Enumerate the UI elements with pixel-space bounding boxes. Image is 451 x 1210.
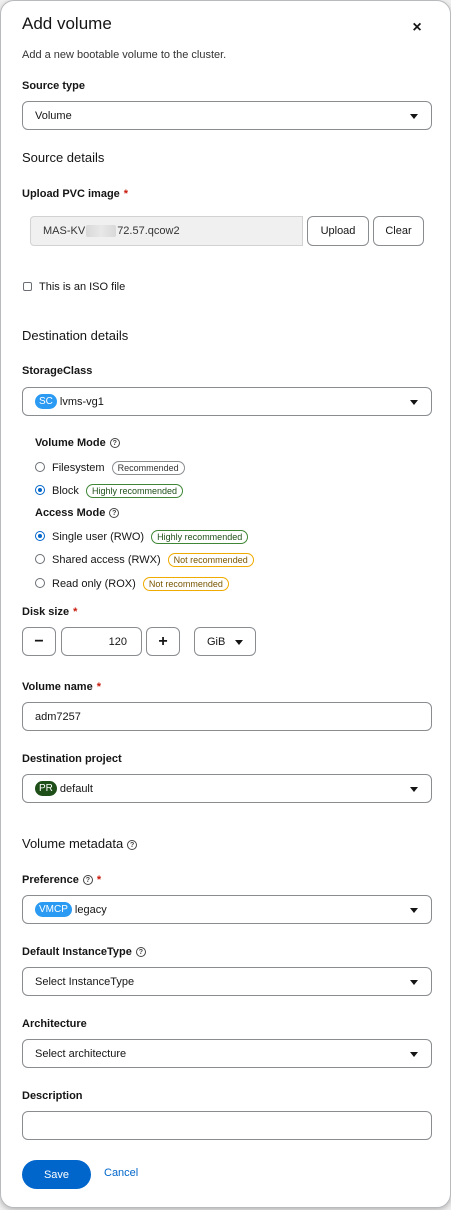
upload-filename-field: MAS-KV 72.57.qcow2	[30, 216, 303, 246]
highly-recommended-tag: Highly recommended	[85, 484, 184, 498]
help-icon[interactable]: ?	[82, 875, 93, 885]
radio-rwx[interactable]	[35, 554, 45, 564]
not-recommended-tag: Not recommended	[167, 553, 254, 567]
architecture-select[interactable]: Select architecture	[22, 1039, 432, 1068]
not-recommended-tag: Not recommended	[142, 577, 229, 591]
filename-suffix: 72.57.qcow2	[117, 225, 180, 237]
caret-down-icon	[235, 640, 243, 645]
upload-button[interactable]: Upload	[307, 216, 369, 246]
radio-rwo-label: Single user (RWO) Highly recommended	[52, 530, 249, 544]
architecture-placeholder: Select architecture	[35, 1047, 127, 1060]
disk-size-minus-button[interactable]: −	[22, 627, 56, 656]
disk-size-label: Disk size *	[22, 606, 78, 618]
source-type-select[interactable]: Volume	[22, 101, 432, 130]
radio-filesystem[interactable]	[35, 462, 45, 472]
destination-project-select[interactable]: PR default	[22, 774, 432, 803]
save-button[interactable]: Save	[22, 1160, 91, 1189]
iso-checkbox-label: This is an ISO file	[39, 281, 126, 293]
required-mark: *	[73, 606, 78, 618]
preference-select[interactable]: VMCP legacy	[22, 895, 432, 924]
radio-rwo[interactable]	[35, 531, 45, 541]
radio-rox[interactable]	[35, 578, 45, 588]
sc-badge: SC	[35, 394, 57, 409]
disk-unit-select[interactable]: GiB	[194, 627, 256, 656]
access-mode-label: Access Mode?	[35, 507, 120, 519]
filename-prefix: MAS-KV	[43, 225, 86, 237]
radio-rox-label: Read only (ROX) Not recommended	[52, 577, 229, 591]
storageclass-label: StorageClass	[22, 365, 93, 377]
default-instancetype-label: Default InstanceType?	[22, 946, 146, 958]
destination-project-value: default	[59, 782, 93, 795]
required-mark: *	[96, 681, 101, 693]
recommended-tag: Recommended	[111, 461, 185, 475]
radio-block-label: Block Highly recommended	[52, 484, 184, 498]
volume-name-label: Volume name *	[22, 681, 101, 693]
volume-name-input[interactable]: adm7257	[22, 702, 432, 731]
storageclass-value: lvms-vg1	[59, 395, 104, 408]
description-input[interactable]	[22, 1111, 432, 1140]
caret-down-icon	[410, 400, 418, 405]
disk-unit-value: GiB	[207, 635, 226, 648]
radio-rwx-label: Shared access (RWX) Not recommended	[52, 553, 254, 567]
caret-down-icon	[410, 787, 418, 792]
cancel-button[interactable]: Cancel	[104, 1167, 138, 1179]
clear-button[interactable]: Clear	[373, 216, 424, 246]
architecture-label: Architecture	[22, 1018, 87, 1030]
instancetype-placeholder: Select InstanceType	[35, 975, 135, 988]
vmcp-badge: VMCP	[35, 902, 72, 917]
help-icon[interactable]: ?	[109, 438, 120, 448]
required-mark: *	[123, 188, 129, 200]
default-instancetype-select[interactable]: Select InstanceType	[22, 967, 432, 996]
destination-details-heading: Destination details	[22, 328, 129, 343]
redacted-blur	[86, 225, 117, 237]
caret-down-icon	[410, 1052, 418, 1057]
source-details-heading: Source details	[22, 150, 105, 165]
help-icon[interactable]: ?	[109, 508, 120, 518]
highly-recommended-tag: Highly recommended	[151, 530, 249, 544]
required-mark: *	[96, 874, 102, 886]
description-label: Description	[22, 1090, 83, 1102]
close-icon[interactable]: ×	[408, 19, 426, 37]
radio-block[interactable]	[35, 485, 45, 495]
storageclass-select[interactable]: SC lvms-vg1	[22, 387, 432, 416]
upload-pvc-label: Upload PVC image *	[22, 188, 129, 200]
source-type-value: Volume	[35, 109, 72, 122]
preference-label: Preference? *	[22, 874, 102, 886]
add-volume-modal: Add volume × Add a new bootable volume t…	[0, 0, 451, 1208]
volume-metadata-heading: Volume metadata?	[22, 836, 138, 851]
caret-down-icon	[410, 908, 418, 913]
pr-badge: PR	[35, 781, 57, 796]
iso-checkbox[interactable]	[23, 282, 32, 291]
modal-title: Add volume	[22, 14, 112, 33]
caret-down-icon	[410, 114, 418, 119]
volume-mode-label: Volume Mode?	[35, 437, 120, 449]
disk-size-plus-button[interactable]: +	[146, 627, 180, 656]
source-type-label: Source type	[22, 80, 85, 92]
caret-down-icon	[410, 980, 418, 985]
disk-size-input[interactable]: 120	[61, 627, 142, 656]
help-icon[interactable]: ?	[135, 947, 146, 957]
preference-value: legacy	[74, 903, 107, 916]
destination-project-label: Destination project	[22, 753, 122, 765]
modal-subtitle: Add a new bootable volume to the cluster…	[22, 49, 227, 61]
help-icon[interactable]: ?	[127, 840, 138, 850]
radio-filesystem-label: Filesystem Recommended	[52, 461, 185, 475]
